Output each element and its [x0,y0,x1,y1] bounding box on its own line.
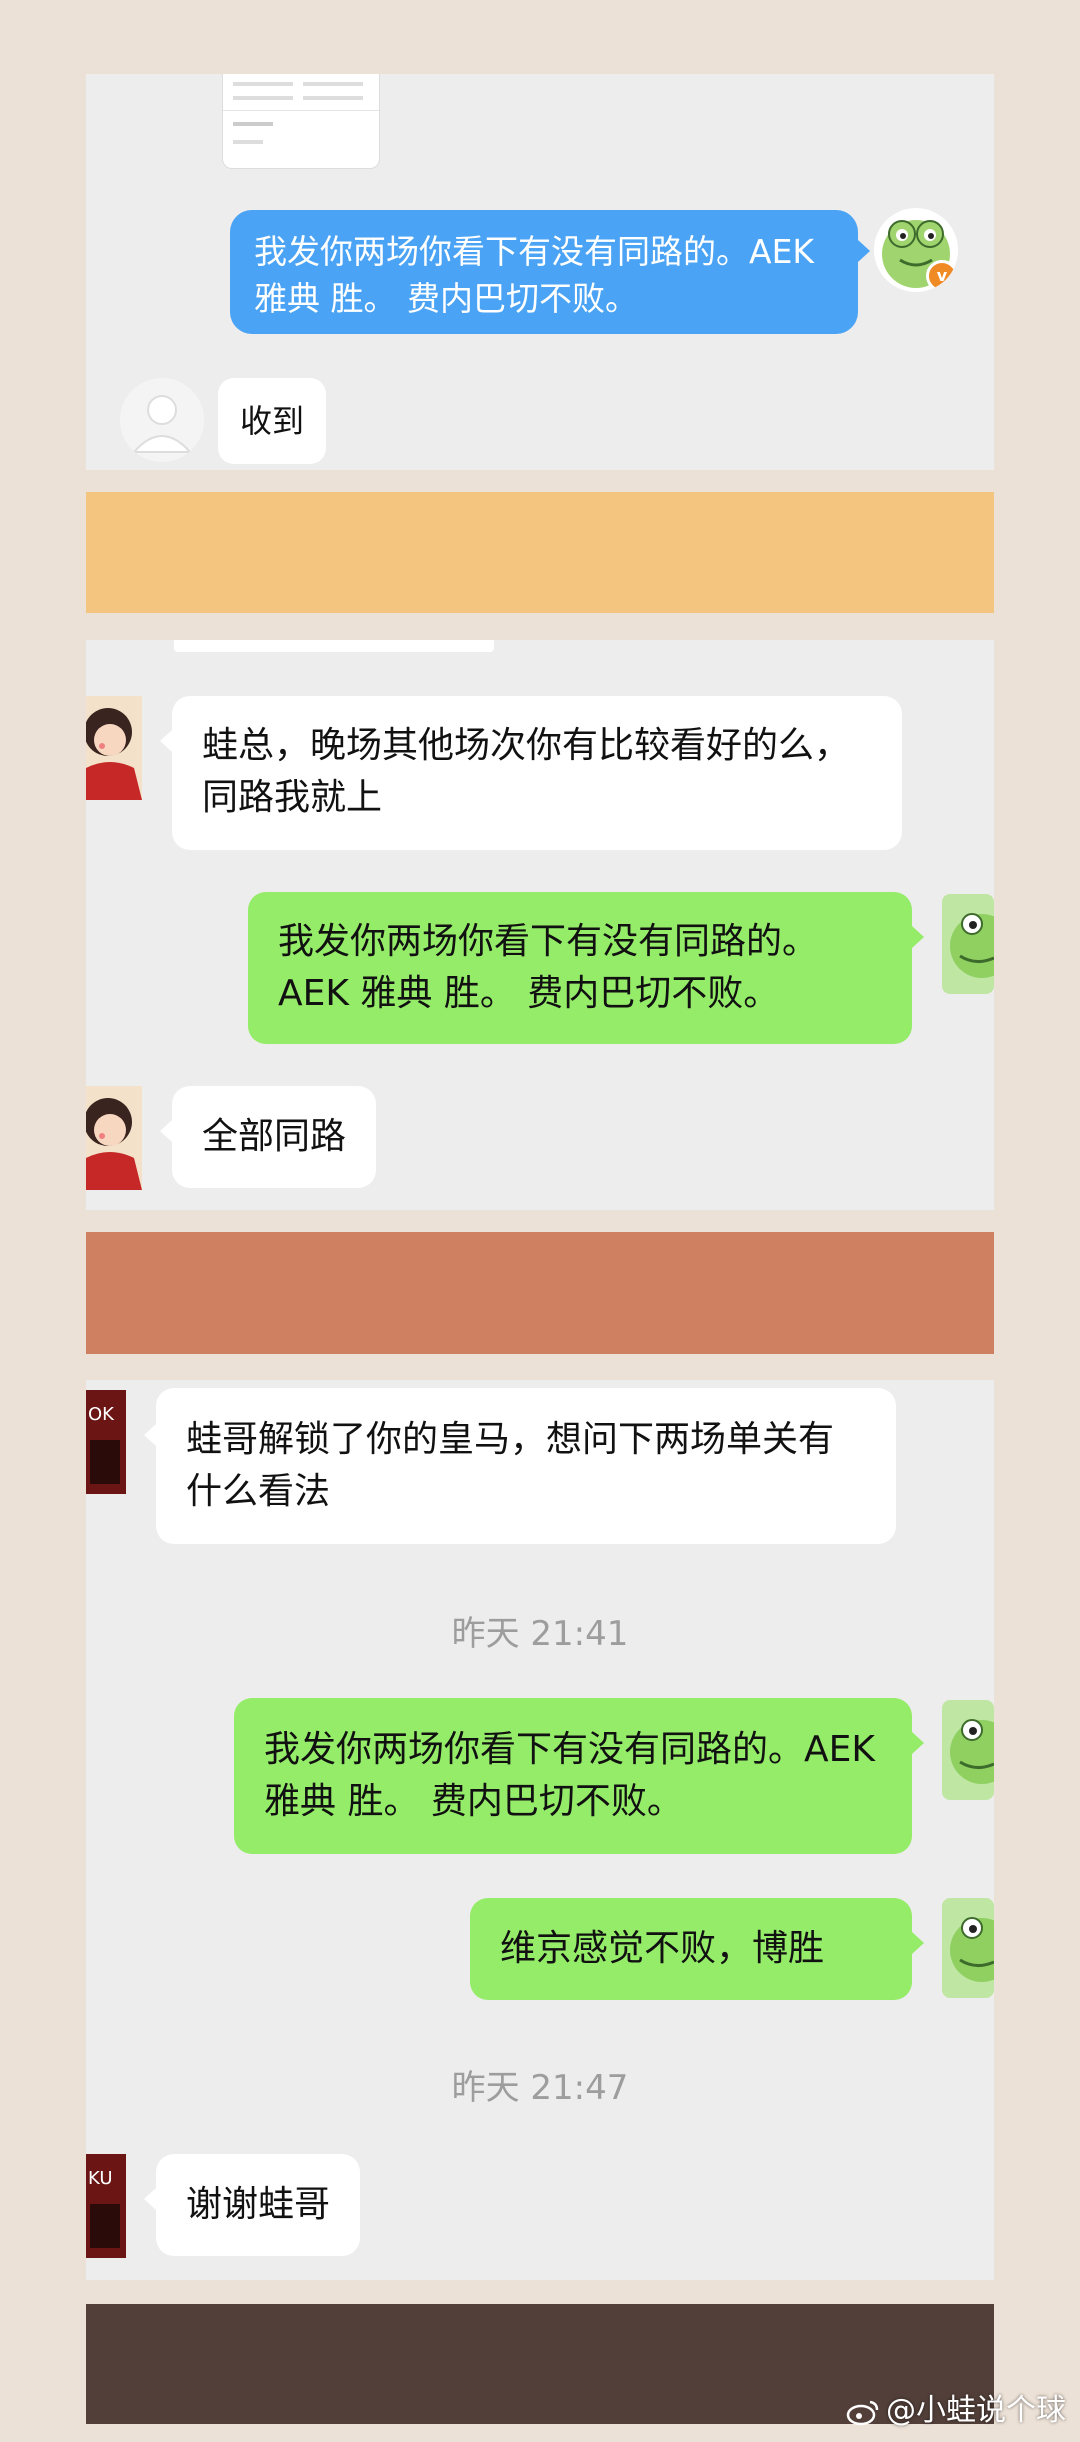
frog-avatar[interactable] [942,894,994,994]
message-bubble-sent[interactable]: 我发你两场你看下有没有同路的。AEK 雅典 胜。 费内巴切不败。 [248,892,912,1044]
red-avatar[interactable]: KU [86,2154,126,2258]
chat-panel-1: 我发你两场你看下有没有同路的。AEK 雅典 胜。 费内巴切不败。 v 收到 [86,74,994,470]
timestamp: 昨天 21:41 [451,1614,629,1654]
bubble-tail [160,1120,172,1142]
color-band-yellow [86,492,994,613]
frog-avatar[interactable] [942,1898,994,1998]
bubble-tail [912,1932,924,1954]
chat-panel-2: 蛙总，晚场其他场次你有比较看好的么，同路我就上 我发你两场你看下有没有同路的。A… [86,640,994,1210]
girl-avatar[interactable] [86,1086,142,1190]
weibo-watermark: @小蛙说个球 [846,2385,1066,2429]
red-avatar-icon: KU [86,2154,126,2258]
person-icon [131,395,193,453]
red-avatar-icon: OK [86,1390,126,1494]
watermark-text: @小蛙说个球 [886,2393,1066,2428]
svg-text:KU: KU [88,2168,113,2189]
default-avatar[interactable] [120,378,204,462]
red-avatar[interactable]: OK [86,1390,126,1494]
girl-avatar-icon [86,708,142,800]
bubble-tail [912,1732,924,1754]
frog-icon [950,1719,994,1784]
message-bubble-received[interactable]: 蛙总，晚场其他场次你有比较看好的么，同路我就上 [172,696,902,850]
message-bubble-sent[interactable]: 我发你两场你看下有没有同路的。AEK 雅典 胜。 费内巴切不败。 [230,210,858,334]
frog-icon [950,913,994,978]
frog-icon [950,1917,994,1982]
girl-avatar[interactable] [86,696,142,800]
verified-badge-icon: v [926,260,958,292]
cropped-notice [174,640,494,652]
svg-text:OK: OK [88,1404,115,1425]
bubble-tail [144,2188,156,2210]
bubble-tail [858,240,870,262]
color-band-orange [86,1232,994,1354]
weibo-icon [846,2400,879,2425]
message-bubble-sent[interactable]: 维京感觉不败，博胜 [470,1898,912,2000]
message-bubble-received[interactable]: 蛙哥解锁了你的皇马，想问下两场单关有什么看法 [156,1388,896,1544]
timestamp: 昨天 21:47 [451,2068,629,2108]
shared-card-preview [222,74,380,169]
bubble-tail [912,926,924,948]
message-bubble-received[interactable]: 收到 [218,378,327,464]
message-bubble-received[interactable]: 谢谢蛙哥 [156,2154,361,2256]
bubble-tail [160,730,172,752]
frog-avatar[interactable]: v [874,208,958,292]
bubble-tail [144,1424,156,1446]
frog-avatar[interactable] [942,1700,994,1800]
message-bubble-sent[interactable]: 我发你两场你看下有没有同路的。AEK 雅典 胜。 费内巴切不败。 [234,1698,912,1854]
girl-avatar-icon [86,1098,142,1190]
chat-panel-3: OK 蛙哥解锁了你的皇马，想问下两场单关有什么看法 昨天 21:41 我发你两场… [86,1380,994,2280]
message-bubble-received[interactable]: 全部同路 [172,1086,377,1188]
